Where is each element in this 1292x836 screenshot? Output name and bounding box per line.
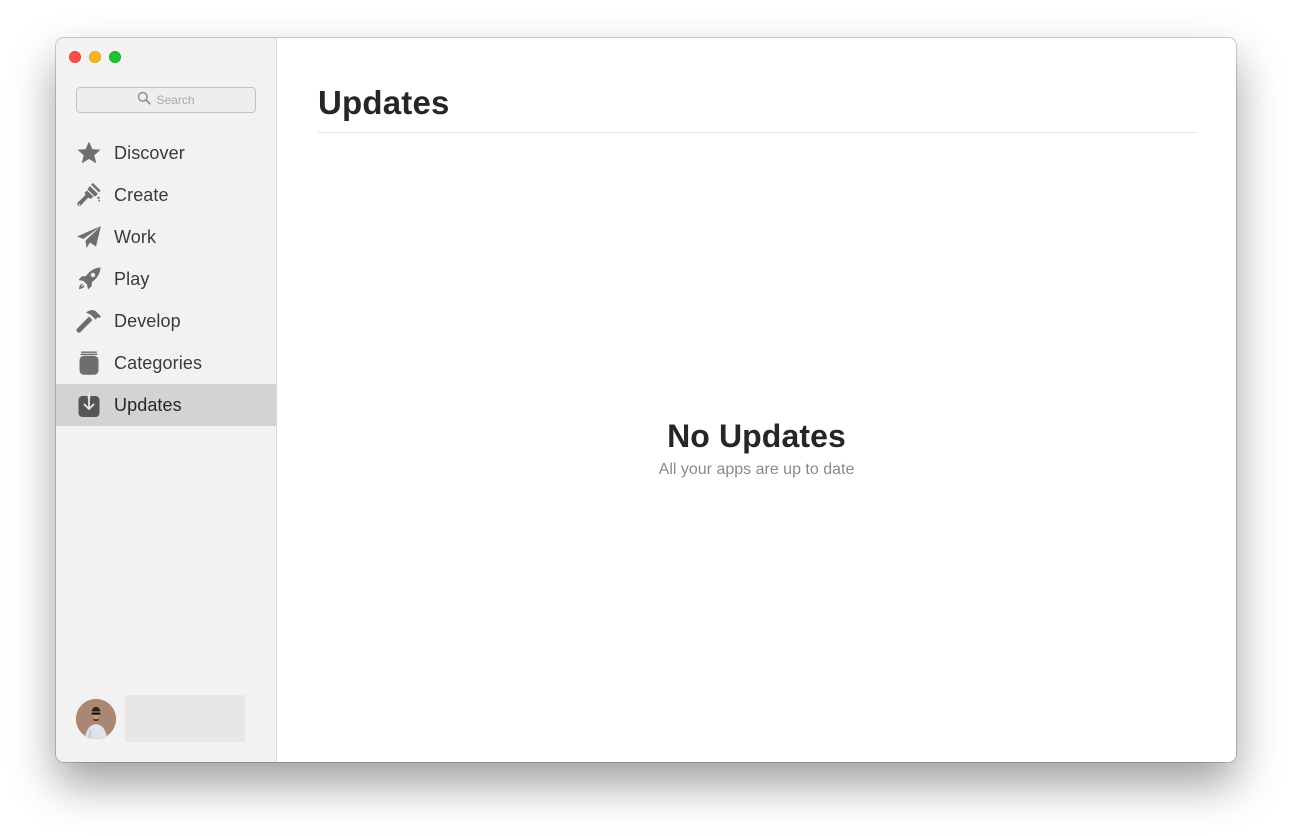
rocket-icon — [76, 266, 102, 292]
sidebar-item-updates[interactable]: Updates — [56, 384, 276, 426]
zoom-window-button[interactable] — [109, 51, 121, 63]
app-store-window: Search Discover Create Work Play Develop… — [56, 38, 1236, 762]
user-avatar[interactable] — [76, 698, 116, 739]
sidebar-nav: Discover Create Work Play Develop Catego… — [56, 132, 276, 426]
sidebar-item-label: Develop — [114, 310, 181, 331]
minimize-window-button[interactable] — [89, 51, 101, 63]
sidebar-item-create[interactable]: Create — [56, 174, 276, 216]
paintbrush-icon — [76, 182, 102, 208]
window-controls — [69, 51, 121, 63]
sidebar-item-label: Categories — [114, 352, 203, 373]
stack-icon — [76, 350, 102, 376]
sidebar: Search Discover Create Work Play Develop… — [56, 38, 277, 762]
empty-state-subtitle: All your apps are up to date — [658, 461, 855, 478]
sidebar-item-label: Discover — [114, 142, 185, 163]
sidebar-item-play[interactable]: Play — [56, 258, 276, 300]
hammer-icon — [76, 308, 102, 334]
download-box-icon — [76, 392, 102, 418]
account-name[interactable] — [125, 695, 245, 742]
sidebar-item-label: Play — [114, 268, 150, 289]
paper-plane-icon — [76, 224, 102, 250]
search-field[interactable]: Search — [76, 87, 256, 113]
search-icon — [137, 91, 152, 110]
close-window-button[interactable] — [69, 51, 81, 63]
sidebar-item-work[interactable]: Work — [56, 216, 276, 258]
search-placeholder: Search — [156, 93, 195, 107]
sidebar-item-develop[interactable]: Develop — [56, 300, 276, 342]
sidebar-item-label: Create — [114, 184, 169, 205]
page-title: Updates — [318, 84, 450, 121]
sidebar-item-categories[interactable]: Categories — [56, 342, 276, 384]
empty-state-title: No Updates — [667, 418, 846, 454]
sidebar-item-discover[interactable]: Discover — [56, 132, 276, 174]
main-content: Updates No Updates All your apps are up … — [277, 38, 1236, 762]
sidebar-item-label: Updates — [114, 394, 182, 415]
star-icon — [76, 140, 102, 166]
empty-state: No Updates All your apps are up to date — [277, 418, 1236, 479]
title-divider — [318, 132, 1196, 133]
sidebar-item-label: Work — [114, 226, 157, 247]
account-area — [76, 695, 245, 742]
